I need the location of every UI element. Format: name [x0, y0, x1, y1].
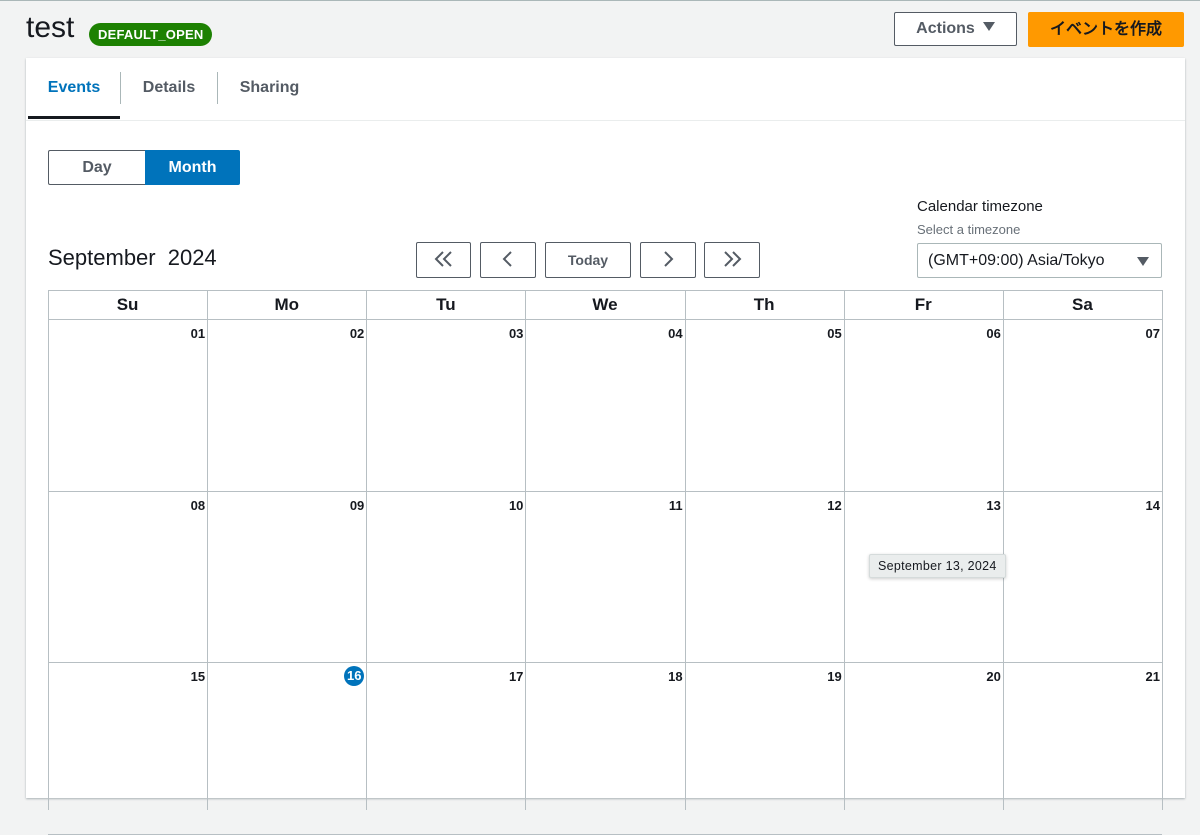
view-toggle: Day Month: [48, 150, 240, 185]
timezone-label: Calendar timezone: [917, 198, 1043, 215]
date-number: 06: [986, 326, 1001, 341]
first-page-button[interactable]: [416, 242, 471, 278]
month-title: September 2024: [48, 245, 217, 270]
month-view-button[interactable]: Month: [145, 150, 240, 185]
today-button[interactable]: Today: [545, 242, 631, 278]
date-number: 13: [986, 497, 1001, 513]
calendar-day-cell[interactable]: 10: [367, 492, 525, 663]
date-number: 21: [1145, 669, 1160, 684]
calendar-day-cell[interactable]: 19: [686, 663, 844, 834]
weekday-header: Th: [753, 295, 775, 314]
date-number: 20: [986, 669, 1001, 684]
weekday-header: Mo: [274, 295, 299, 314]
double-chevron-right-icon: [722, 251, 742, 268]
calendar-day-cell[interactable]: 14: [1004, 492, 1162, 663]
calendar-day-cell[interactable]: 11: [526, 492, 684, 663]
date-number: 19: [827, 669, 842, 684]
weekday-header-row: Su Mo Tu We Th Fr Sa: [48, 290, 1162, 319]
double-chevron-left-icon: [434, 251, 454, 268]
calendar-day-cell[interactable]: 02: [208, 320, 366, 491]
calendar-day-cell[interactable]: 09: [208, 492, 366, 663]
date-number: 09: [349, 497, 365, 513]
calendar-day-cell[interactable]: 01: [49, 320, 207, 491]
tab-bar: Events Details Sharing: [26, 58, 1185, 121]
calendar-day-cell[interactable]: 07: [1004, 320, 1162, 491]
actions-button-label: Actions: [916, 20, 975, 37]
caret-down-icon: [982, 22, 995, 32]
date-number: 02: [349, 326, 365, 341]
calendar-day-cell[interactable]: 15: [49, 663, 207, 834]
calendar-day-cell[interactable]: 04: [526, 320, 684, 491]
calendar-day-cell[interactable]: 03: [367, 320, 525, 491]
chevron-left-icon: [501, 251, 515, 268]
date-number: 10: [508, 497, 524, 513]
next-month-button[interactable]: [640, 242, 696, 278]
caret-down-icon: [1137, 257, 1149, 266]
date-number: 11: [668, 497, 683, 513]
calendar-day-cell[interactable]: 12: [686, 492, 844, 663]
calendar-panel: Events Details Sharing Day Month Calenda…: [26, 58, 1185, 835]
weekday-header: Su: [116, 295, 139, 314]
grid-line: [1162, 290, 1163, 810]
calendar-day-cell[interactable]: 05: [686, 320, 844, 491]
date-number: 07: [1145, 326, 1160, 341]
weekday-header: Fr: [914, 295, 932, 314]
date-number: 17: [508, 669, 524, 684]
calendar-day-cell[interactable]: 08: [49, 492, 207, 663]
date-number: 03: [508, 326, 524, 341]
timezone-description: Select a timezone: [917, 222, 1021, 237]
status-badge: DEFAULT_OPEN: [89, 23, 213, 46]
page-title: test: [26, 11, 75, 44]
date-number: 18: [668, 669, 683, 684]
month-calendar-grid: Su Mo Tu We Th Fr Sa 01 02 03 04 05 06 07 08 09 1…: [48, 290, 1163, 835]
date-number: 05: [827, 326, 842, 341]
weekday-header: Tu: [436, 295, 456, 314]
date-hover-tooltip: September 13, 2024: [869, 554, 1006, 578]
timezone-value: (GMT+09:00) Asia/Tokyo: [928, 252, 1105, 269]
calendar-day-cell[interactable]: 20: [845, 663, 1003, 834]
weekday-header: We: [592, 295, 618, 314]
previous-month-button[interactable]: [480, 242, 536, 278]
create-event-button[interactable]: イベントを作成: [1028, 12, 1184, 47]
calendar-day-cell[interactable]: 18: [526, 663, 684, 834]
calendar-day-cell[interactable]: 06: [845, 320, 1003, 491]
weekday-header: Sa: [1072, 295, 1093, 314]
date-number: 04: [668, 326, 683, 341]
calendar-day-cell[interactable]: 17: [367, 663, 525, 834]
timezone-select[interactable]: (GMT+09:00) Asia/Tokyo: [917, 243, 1162, 278]
chevron-right-icon: [661, 251, 675, 268]
tab-details[interactable]: Details: [121, 58, 217, 118]
date-number: 12: [827, 497, 842, 513]
page-header: test DEFAULT_OPEN Actions イベントを作成: [0, 0, 1200, 58]
date-number: 14: [1145, 497, 1160, 513]
today-date-number: 16: [344, 666, 365, 686]
active-tab-indicator: [28, 116, 120, 119]
date-number: 15: [190, 669, 206, 684]
date-number: 01: [190, 326, 206, 341]
tab-sharing[interactable]: Sharing: [218, 58, 321, 118]
actions-button[interactable]: Actions: [894, 12, 1017, 46]
date-number: 08: [190, 497, 206, 513]
calendar-day-cell[interactable]: 16: [208, 663, 366, 834]
calendar-day-cell[interactable]: 21: [1004, 663, 1162, 834]
day-view-button[interactable]: Day: [48, 150, 145, 185]
tab-events[interactable]: Events: [28, 58, 120, 118]
last-page-button[interactable]: [704, 242, 760, 278]
grid-line: [48, 290, 1162, 291]
